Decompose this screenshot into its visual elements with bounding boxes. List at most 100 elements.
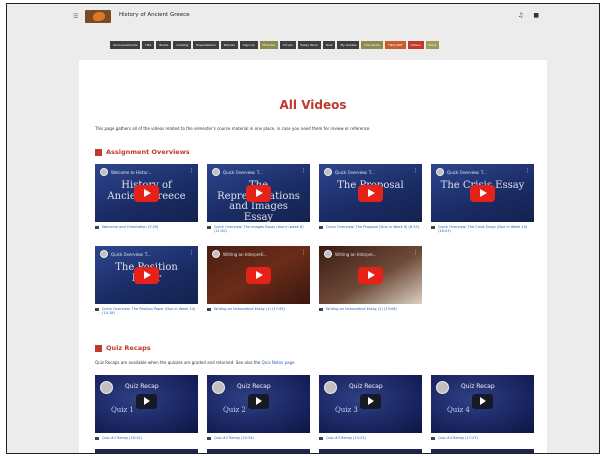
video-thumbnail-partial[interactable]: [207, 449, 310, 453]
video-caption[interactable]: Writing an Interpretive Essay (2) (13:08…: [319, 307, 422, 311]
video-camera-icon: [319, 307, 323, 311]
video-caption-text[interactable]: Quick Overview: The Proposal (Due in Wee…: [326, 225, 419, 229]
video-thumbnail[interactable]: Quiz Recap Quiz 1: [95, 375, 198, 433]
section-square-icon: [95, 344, 102, 352]
video-thumbnail[interactable]: Writing an Interpreti... ⋮: [207, 246, 310, 304]
video-caption-text[interactable]: Writing an Interpretive Essay (2) (13:08…: [326, 307, 397, 311]
video-caption[interactable]: Quiz #4 Recap (17:27): [431, 436, 534, 440]
video-camera-icon: [95, 307, 99, 311]
nav-button[interactable]: Modules: [259, 41, 279, 49]
channel-avatar: [212, 250, 220, 258]
play-icon[interactable]: [134, 185, 159, 202]
video-thumbnail[interactable]: Quiz Recap Quiz 4: [431, 375, 534, 433]
channel-avatar: [324, 381, 337, 394]
video-thumbnail[interactable]: Welcome to Histor...⋮History of Ancient …: [95, 164, 198, 222]
channel-avatar: [100, 250, 108, 258]
main-content: All Videos This page gathers all of the …: [79, 60, 547, 453]
nav-button[interactable]: Quiz: [322, 41, 336, 49]
nav-button[interactable]: Videos: [407, 41, 424, 49]
nav-button[interactable]: HRL/UNIT: [385, 41, 406, 49]
menu-icon[interactable]: ☰: [73, 13, 78, 20]
video-caption-text[interactable]: Quick Overview: The Position Paper (Due …: [102, 307, 198, 316]
video-caption-text[interactable]: Quick Overview: The Images Essay (due in…: [214, 225, 310, 234]
video-caption-text[interactable]: Quiz #3 Recap (13:23): [326, 436, 366, 440]
channel-avatar: [324, 168, 332, 176]
video-subtitle: Quiz 4: [447, 406, 470, 414]
video-thumbnail[interactable]: Writing an Interpre... ⋮: [319, 246, 422, 304]
video-caption-text[interactable]: Quiz #4 Recap (17:27): [438, 436, 478, 440]
play-icon[interactable]: [248, 394, 269, 409]
play-icon[interactable]: [360, 394, 381, 409]
video-thumbnail[interactable]: Quiz Recap Quiz 2: [207, 375, 310, 433]
video-camera-icon: [319, 225, 323, 229]
nav-button[interactable]: Forum: [280, 41, 296, 49]
nav-button[interactable]: Expectations: [193, 41, 219, 49]
video-caption-text[interactable]: Quick Overview: The Crisis Essay (Due in…: [438, 225, 534, 234]
video-caption-text[interactable]: Welcome and Orientation (7:49): [102, 225, 158, 229]
nav-button[interactable]: HRL: [142, 41, 155, 49]
video-caption[interactable]: Welcome and Orientation (7:49): [95, 225, 198, 229]
play-icon[interactable]: [472, 394, 493, 409]
video-thumbnail-partial[interactable]: [319, 449, 422, 453]
video-thumbnail[interactable]: Quick Overview: T...⋮The Position Paper: [95, 246, 198, 304]
play-icon[interactable]: [358, 185, 383, 202]
play-icon[interactable]: [246, 185, 271, 202]
more-options-icon[interactable]: ⋮: [413, 168, 418, 174]
video-thumbnail[interactable]: Quick Overview: T...⋮The Crisis Essay: [431, 164, 534, 222]
more-options-icon[interactable]: ⋮: [301, 168, 306, 174]
video-thumbnail-partial[interactable]: [95, 449, 198, 453]
more-options-icon[interactable]: ⋮: [525, 168, 530, 174]
play-icon[interactable]: [470, 185, 495, 202]
video-caption-text[interactable]: Quiz #2 Recap (20:34): [214, 436, 254, 440]
nav-button[interactable]: Announcements: [110, 41, 141, 49]
video-caption[interactable]: Quiz #1 Recap (18:10): [95, 436, 198, 440]
browser-frame: ☰ History of Ancient Greece ♫ ■ Announce…: [6, 3, 600, 454]
video-title: Quick Overview: T...: [447, 169, 487, 175]
nav-button[interactable]: Essay Work: [297, 41, 321, 49]
more-options-icon[interactable]: ⋮: [189, 168, 194, 174]
video-thumbnail[interactable]: Quick Overview: T...⋮The Proposal: [319, 164, 422, 222]
nav-button[interactable]: Discussion: [361, 41, 384, 49]
video-caption[interactable]: Writing an Interpretive Essay (1) (17:43…: [207, 307, 310, 311]
nav-button[interactable]: Sign Up: [239, 41, 258, 49]
chat-icon[interactable]: ■: [533, 12, 539, 19]
more-options-icon[interactable]: ⋮: [189, 250, 194, 256]
play-icon[interactable]: [358, 267, 383, 284]
video-caption[interactable]: Quiz #2 Recap (20:34): [207, 436, 310, 440]
video-caption[interactable]: Quick Overview: The Proposal (Due in Wee…: [319, 225, 422, 229]
nav-button[interactable]: Store: [425, 41, 440, 49]
nav-button[interactable]: Books: [156, 41, 172, 49]
video-caption[interactable]: Quick Overview: The Position Paper (Due …: [95, 307, 198, 316]
section-heading: Quiz Recaps: [106, 344, 151, 352]
nav-button[interactable]: My Grades: [337, 41, 360, 49]
video-card: Quick Overview: T...⋮The Crisis EssayQui…: [431, 164, 534, 234]
video-title: Quiz Recap: [349, 383, 383, 390]
video-title: Writing an Interpreti...: [223, 251, 268, 257]
play-icon[interactable]: [134, 267, 159, 284]
course-title[interactable]: History of Ancient Greece: [119, 12, 190, 18]
course-logo[interactable]: [85, 10, 111, 23]
play-icon[interactable]: [246, 267, 271, 284]
video-caption-text[interactable]: Quiz #1 Recap (18:10): [102, 436, 142, 440]
video-card: Quick Overview: T...⋮The Representations…: [207, 164, 310, 234]
channel-avatar: [436, 381, 449, 394]
video-card: Writing an Interpreti... ⋮ Writing an Inte…: [207, 246, 310, 311]
video-caption[interactable]: Quick Overview: The Crisis Essay (Due in…: [431, 225, 534, 234]
more-options-icon[interactable]: ⋮: [301, 250, 306, 256]
video-thumbnail-partial[interactable]: [431, 449, 534, 453]
video-caption[interactable]: Quick Overview: The Images Essay (due in…: [207, 225, 310, 234]
video-thumbnail[interactable]: Quick Overview: T...⋮The Representations…: [207, 164, 310, 222]
video-card: Quiz Recap Quiz 1 Quiz #1 Recap (18:10): [95, 375, 198, 440]
channel-avatar: [100, 168, 108, 176]
nav-button[interactable]: Grading: [173, 41, 192, 49]
quiz-notes-link[interactable]: Quiz Notes page: [262, 360, 295, 365]
bell-icon[interactable]: ♫: [518, 12, 523, 19]
more-options-icon[interactable]: ⋮: [413, 250, 418, 256]
video-caption[interactable]: Quiz #3 Recap (13:23): [319, 436, 422, 440]
video-caption-text[interactable]: Writing an Interpretive Essay (1) (17:43…: [214, 307, 285, 311]
video-camera-icon: [319, 436, 323, 440]
play-icon[interactable]: [136, 394, 157, 409]
video-thumbnail[interactable]: Quiz Recap Quiz 3: [319, 375, 422, 433]
channel-avatar: [324, 250, 332, 258]
nav-button[interactable]: Policies: [220, 41, 238, 49]
